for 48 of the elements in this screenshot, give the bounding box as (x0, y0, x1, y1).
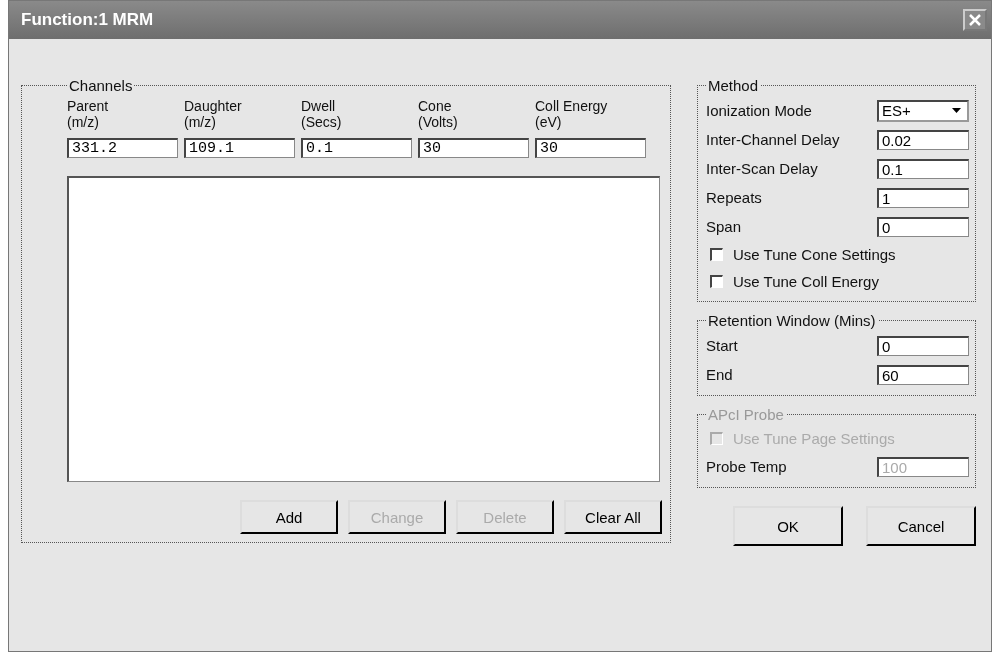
input-field[interactable]: 0 (877, 335, 969, 356)
window-title: Function:1 MRM (21, 10, 154, 30)
ionization-dropdown[interactable]: ES+ (877, 99, 969, 122)
column-unit: (m/z) (184, 114, 217, 130)
group-title: APcI Probe (707, 406, 785, 423)
input-field[interactable]: 0.02 (877, 129, 969, 150)
input-field[interactable]: 0.1 (877, 158, 969, 179)
checkbox-label: Use Tune Cone Settings (733, 246, 896, 263)
column-label: Coll Energy (535, 98, 609, 114)
input-field[interactable]: 0.1 (301, 138, 412, 158)
checkbox-label: Use Tune Coll Energy (733, 273, 879, 290)
field-label: Probe Temp (706, 458, 787, 475)
field-label: Ionization Mode (706, 102, 812, 119)
column-unit: (Volts) (418, 114, 459, 130)
field-label: Span (706, 218, 742, 235)
dialog-button[interactable]: OK (733, 506, 843, 546)
field-label: Repeats (706, 189, 762, 206)
column-unit: (eV) (535, 114, 563, 130)
group-title: Channels (68, 77, 134, 94)
close-button[interactable] (963, 9, 987, 31)
input-field[interactable]: 30 (535, 138, 646, 158)
column-label: Dwell (301, 98, 337, 114)
group-title: Method (707, 77, 760, 94)
column-unit: (Secs) (301, 114, 343, 130)
field-label: Inter-Channel Delay (706, 131, 840, 148)
dialog-button[interactable]: Cancel (866, 506, 976, 546)
input-field[interactable]: 30 (418, 138, 529, 158)
column-label: Cone (418, 98, 453, 114)
close-icon (968, 13, 982, 27)
checkbox-label: Use Tune Page Settings (733, 430, 895, 447)
group-title: Retention Window (Mins) (707, 312, 877, 329)
checkbox[interactable] (710, 248, 723, 261)
column-label: Parent (67, 98, 110, 114)
input-field[interactable]: 109.1 (184, 138, 295, 158)
dropdown-value: ES+ (882, 102, 911, 119)
input-field[interactable]: 60 (877, 364, 969, 385)
field-label: End (706, 366, 733, 383)
input-field[interactable]: 331.2 (67, 138, 178, 158)
caret-icon (952, 108, 961, 113)
column-unit: (m/z) (67, 114, 100, 130)
input-field[interactable]: 1 (877, 187, 969, 208)
checkbox[interactable] (710, 275, 723, 288)
column-label: Daughter (184, 98, 243, 114)
channel-button[interactable]: Add (240, 500, 338, 534)
channel-button[interactable]: Clear All (564, 500, 662, 534)
input-field[interactable]: 0 (877, 216, 969, 237)
field-label: Inter-Scan Delay (706, 160, 818, 177)
field-label: Start (706, 337, 738, 354)
